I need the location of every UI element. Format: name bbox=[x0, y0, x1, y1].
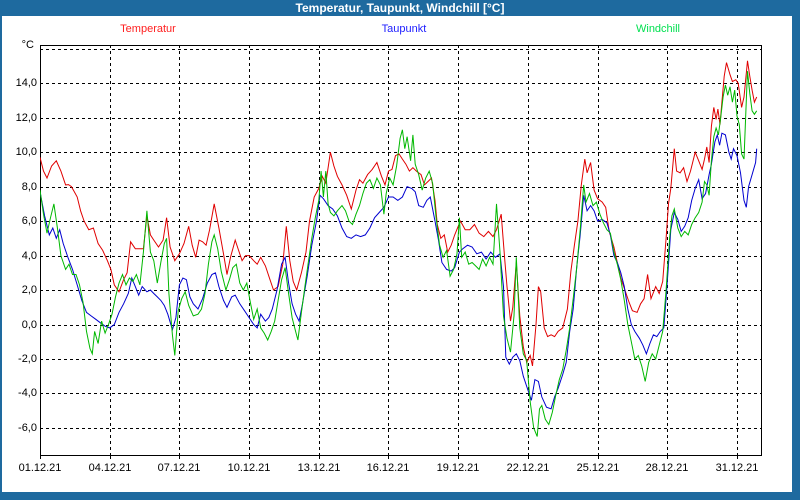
y-tick-label: 12,0 bbox=[15, 112, 37, 124]
chart-panel: Temperatur Taupunkt Windchill °C 14,0 12,… bbox=[2, 16, 792, 492]
y-tick-label: 4,0 bbox=[21, 250, 37, 262]
x-tick-label: 16.12.21 bbox=[366, 462, 410, 474]
x-tick-label: 28.12.21 bbox=[645, 462, 689, 474]
y-tick-label: -2,0 bbox=[18, 353, 37, 365]
y-tick-label: 6,0 bbox=[21, 215, 37, 227]
x-tick-label: 25.12.21 bbox=[576, 462, 620, 474]
y-tick-label: 0,0 bbox=[21, 319, 37, 331]
x-tick-label: 19.12.21 bbox=[436, 462, 480, 474]
series-windchill-line bbox=[40, 71, 758, 437]
y-tick-label: 14,0 bbox=[15, 77, 37, 89]
y-tick-label: -4,0 bbox=[18, 387, 37, 399]
window-titlebar: Temperatur, Taupunkt, Windchill [°C] bbox=[0, 0, 800, 16]
chart-plot bbox=[40, 45, 762, 459]
x-tick-label: 01.12.21 bbox=[18, 462, 62, 474]
x-tick-label: 31.12.21 bbox=[715, 462, 759, 474]
x-tick-label: 07.12.21 bbox=[157, 462, 201, 474]
y-tick-label: 8,0 bbox=[21, 181, 37, 193]
series-taupunkt-line bbox=[40, 132, 758, 410]
x-tick-label: 04.12.21 bbox=[88, 462, 132, 474]
window-title: Temperatur, Taupunkt, Windchill [°C] bbox=[295, 1, 505, 15]
y-tick-label: -6,0 bbox=[18, 422, 37, 434]
y-tick-label: 10,0 bbox=[15, 146, 37, 158]
x-tick-label: 10.12.21 bbox=[227, 462, 271, 474]
window-frame: Temperatur, Taupunkt, Windchill [°C] Tem… bbox=[0, 0, 800, 500]
x-tick-label: 13.12.21 bbox=[297, 462, 341, 474]
x-tick-label: 22.12.21 bbox=[506, 462, 550, 474]
y-tick-label: 2,0 bbox=[21, 284, 37, 296]
